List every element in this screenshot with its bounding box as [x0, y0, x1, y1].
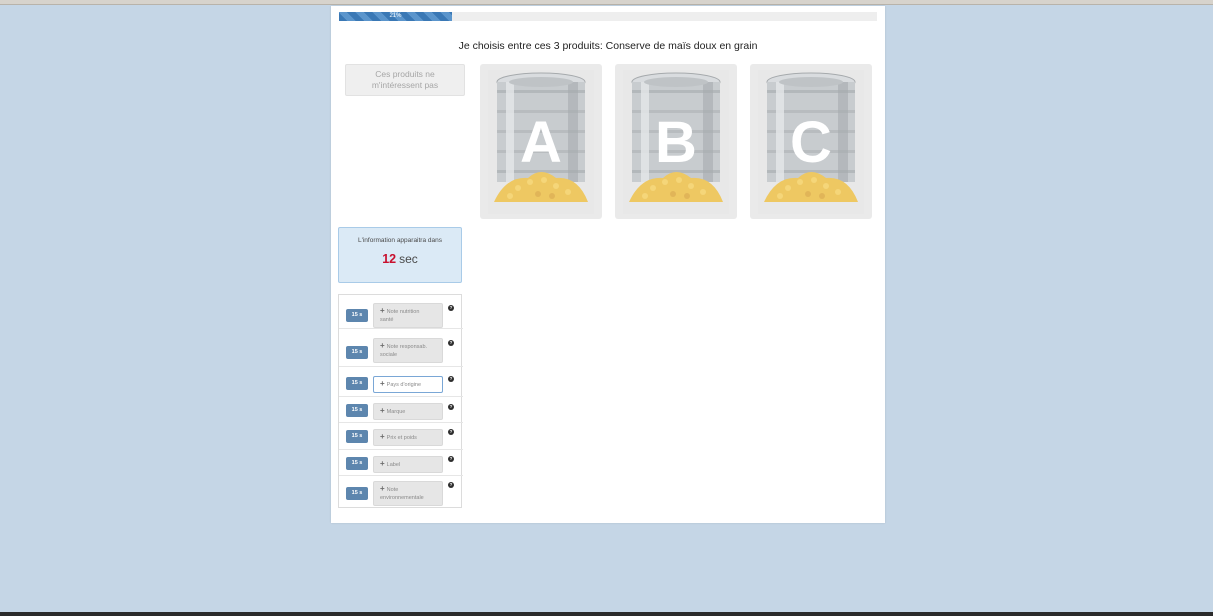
criteria-row-brand: 15 s + Marque ?: [339, 397, 463, 423]
criteria-button-label[interactable]: + Label: [373, 456, 443, 473]
criteria-button-brand[interactable]: + Marque: [373, 403, 443, 420]
info-countdown-box: L'information apparaitra dans 12 sec: [338, 227, 462, 283]
countdown-timer: 12 sec: [339, 252, 461, 266]
corn-can-image: C: [758, 70, 864, 214]
criteria-label: Marque: [386, 409, 406, 415]
plus-icon: +: [380, 484, 385, 493]
criteria-list: 15 s + Note nutrition santé ? 15 s + Note …: [338, 294, 463, 508]
question-circle-icon[interactable]: ?: [448, 429, 454, 435]
progress-bar: 21%: [339, 12, 877, 21]
time-cost-button[interactable]: 15 s: [346, 346, 368, 359]
countdown-seconds: 12: [382, 252, 397, 266]
time-cost-button[interactable]: 15 s: [346, 430, 368, 443]
question-circle-icon[interactable]: ?: [448, 376, 454, 382]
criteria-label: Label: [386, 462, 401, 468]
question-circle-icon[interactable]: ?: [448, 456, 454, 462]
plus-icon: +: [380, 406, 385, 415]
time-cost-button[interactable]: 15 s: [346, 377, 368, 390]
criteria-label: Note: [386, 487, 399, 493]
product-letter-b: B: [655, 110, 697, 175]
criteria-row-environment: 15 s + Note environnementale ?: [339, 476, 463, 507]
question-circle-icon[interactable]: ?: [448, 340, 454, 346]
not-interested-line2: m'intéressent pas: [371, 80, 439, 90]
countdown-unit: sec: [399, 252, 418, 266]
criteria-label-line2: santé: [380, 317, 394, 323]
criteria-label: Note nutrition: [386, 309, 420, 315]
criteria-label: Note responsab.: [386, 344, 428, 350]
info-countdown-label: L'information apparaitra dans: [358, 237, 442, 244]
criteria-row-social: 15 s + Note responsab. sociale ?: [339, 329, 463, 367]
criteria-row-nutrition: 15 s + Note nutrition santé ?: [339, 295, 463, 329]
criteria-label: Pays d'origine: [386, 382, 422, 388]
question-circle-icon[interactable]: ?: [448, 305, 454, 311]
plus-icon: +: [380, 379, 385, 388]
criteria-button-nutrition[interactable]: + Note nutrition santé: [373, 303, 443, 328]
criteria-button-environment[interactable]: + Note environnementale: [373, 481, 443, 506]
not-interested-button[interactable]: Ces produits ne m'intéressent pas: [345, 64, 465, 96]
plus-icon: +: [380, 341, 385, 350]
criteria-button-social[interactable]: + Note responsab. sociale: [373, 338, 443, 363]
product-card-a[interactable]: A: [480, 64, 602, 219]
taskbar-strip: [0, 612, 1213, 616]
time-cost-button[interactable]: 15 s: [346, 457, 368, 470]
criteria-row-label: 15 s + Label ?: [339, 450, 463, 476]
corn-can-image: A: [488, 70, 594, 214]
criteria-button-origin[interactable]: + Pays d'origine: [373, 376, 443, 393]
criteria-button-price[interactable]: + Prix et poids: [373, 429, 443, 446]
not-interested-line1: Ces produits ne: [375, 69, 435, 79]
browser-toolbar-strip: [0, 0, 1213, 5]
survey-panel: 21% Je choisis entre ces 3 produits: Con…: [331, 6, 885, 523]
corn-can-image: B: [623, 70, 729, 214]
time-cost-button[interactable]: 15 s: [346, 404, 368, 417]
plus-icon: +: [380, 306, 385, 315]
progress-fill: 21%: [339, 12, 452, 21]
criteria-row-price: 15 s + Prix et poids ?: [339, 423, 463, 450]
product-card-b[interactable]: B: [615, 64, 737, 219]
product-letter-a: A: [520, 110, 562, 175]
product-card-c[interactable]: C: [750, 64, 872, 219]
criteria-label-line2: environnementale: [380, 495, 424, 501]
question-circle-icon[interactable]: ?: [448, 404, 454, 410]
criteria-label: Prix et poids: [386, 435, 417, 441]
question-circle-icon[interactable]: ?: [448, 482, 454, 488]
time-cost-button[interactable]: 15 s: [346, 487, 368, 500]
criteria-label-line2: sociale: [380, 352, 398, 358]
time-cost-button[interactable]: 15 s: [346, 309, 368, 322]
page-title: Je choisis entre ces 3 produits: Conserv…: [458, 40, 758, 52]
plus-icon: +: [380, 459, 385, 468]
criteria-row-origin: 15 s + Pays d'origine ?: [339, 367, 463, 397]
product-letter-c: C: [790, 110, 832, 175]
plus-icon: +: [380, 432, 385, 441]
